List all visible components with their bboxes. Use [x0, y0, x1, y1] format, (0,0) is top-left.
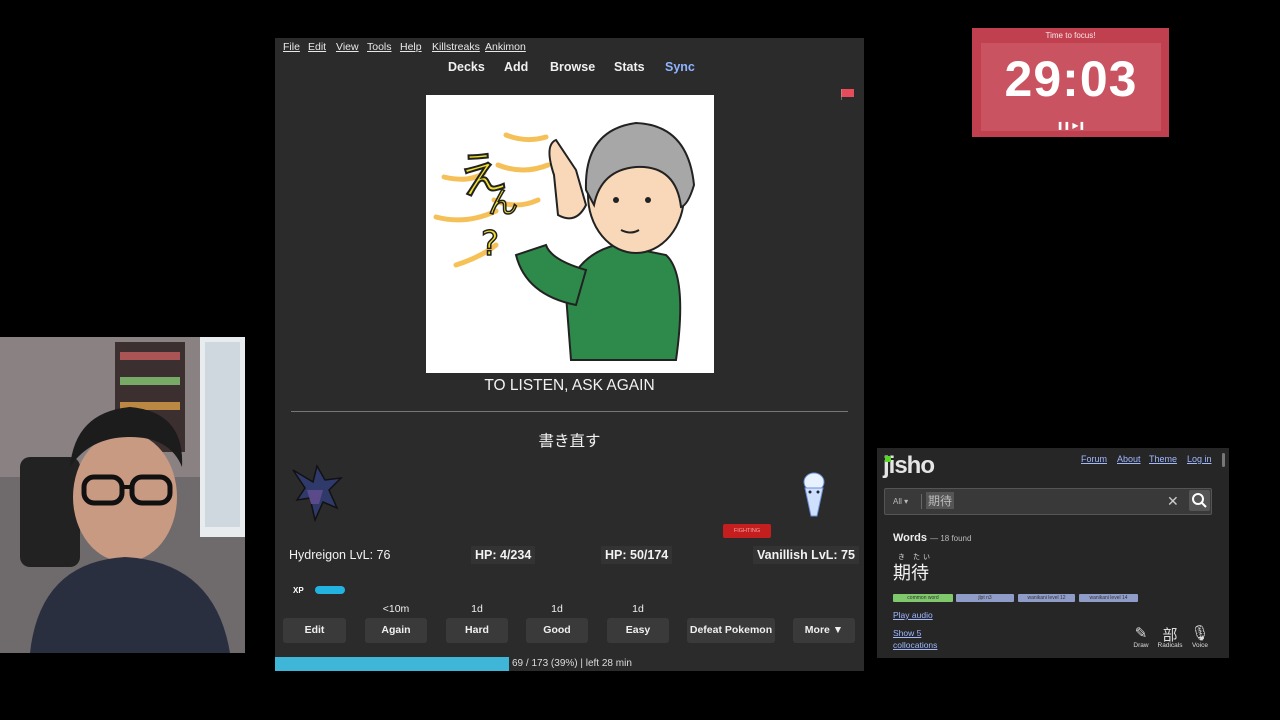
tag-common-word: common word	[893, 594, 953, 602]
menu-ankimon[interactable]: Ankimon	[485, 41, 526, 53]
radicals-tool[interactable]: 部 Radicals	[1155, 624, 1185, 649]
draw-tool[interactable]: ✎ Draw	[1126, 624, 1156, 649]
enemy-name-level: Vanillish LvL: 75	[753, 546, 859, 564]
review-progress: 69 / 173 (39%) | left 28 min	[275, 657, 864, 671]
menubar: File Edit View Tools Help Killstreaks An…	[275, 38, 864, 56]
search-input[interactable]: 期待	[926, 492, 955, 509]
tag-wanikani-12: wanikani level 12	[1018, 594, 1075, 602]
microphone-icon: 🎙	[1190, 625, 1210, 642]
enemy-pokemon-sprite	[803, 472, 825, 517]
status-badge: FIGHTING	[723, 524, 771, 538]
search-separator	[921, 494, 922, 509]
scrollbar[interactable]	[1222, 453, 1225, 467]
tab-stats[interactable]: Stats	[614, 60, 645, 74]
card-image: え ん ?	[426, 95, 714, 373]
xp-label: XP	[293, 586, 304, 595]
jisho-logo[interactable]: jisho	[883, 452, 935, 480]
radicals-icon: 部	[1162, 627, 1178, 644]
flag-icon[interactable]	[841, 89, 854, 100]
jisho-panel: jisho Forum About Theme Log in All ▾ 期待 …	[877, 448, 1229, 658]
interval-again: <10m	[382, 603, 410, 615]
xp-bar	[315, 586, 345, 594]
menu-edit[interactable]: Edit	[308, 41, 326, 53]
svg-text:?: ?	[481, 224, 499, 264]
review-progress-text: 69 / 173 (39%) | left 28 min	[512, 658, 632, 669]
card-answer-text: 書き直す	[538, 433, 601, 450]
tag-wanikani-14: wanikani level 14	[1079, 594, 1138, 602]
menu-killstreaks[interactable]: Killstreaks	[432, 41, 480, 53]
link-forum[interactable]: Forum	[1081, 454, 1107, 464]
collocations-link[interactable]: collocations	[893, 640, 937, 650]
edit-button[interactable]: Edit	[283, 618, 346, 643]
player-name-level: Hydreigon LvL: 76	[289, 548, 391, 562]
card-front-text: TO LISTEN, ASK AGAIN	[484, 377, 655, 394]
more-button[interactable]: More ▼	[793, 618, 855, 643]
again-button[interactable]: Again	[365, 618, 427, 643]
player-pokemon-sprite	[292, 464, 344, 523]
tab-add[interactable]: Add	[504, 60, 528, 74]
easy-button[interactable]: Easy	[607, 618, 669, 643]
search-icon	[1192, 493, 1207, 508]
svg-text:ん: ん	[488, 186, 518, 221]
link-login[interactable]: Log in	[1187, 454, 1212, 464]
play-audio-link[interactable]: Play audio	[893, 610, 933, 620]
hard-button[interactable]: Hard	[446, 618, 508, 643]
menu-help[interactable]: Help	[400, 41, 422, 53]
show-collocations-link[interactable]: Show 5	[893, 628, 921, 638]
menu-file[interactable]: File	[283, 41, 300, 53]
voice-tool[interactable]: 🎙 Voice	[1185, 624, 1215, 649]
link-theme[interactable]: Theme	[1149, 454, 1177, 464]
top-tabs: Decks Add Browse Stats Sync	[275, 60, 864, 76]
divider	[291, 411, 848, 412]
tab-sync[interactable]: Sync	[665, 60, 695, 74]
timer-time: 29:03	[1004, 51, 1138, 107]
tab-browse[interactable]: Browse	[550, 60, 595, 74]
voice-label: Voice	[1192, 642, 1208, 649]
link-about[interactable]: About	[1117, 454, 1141, 464]
words-heading-text: Words	[893, 532, 928, 544]
radicals-label: Radicals	[1157, 642, 1183, 649]
review-progress-fill	[275, 657, 510, 671]
menu-view[interactable]: View	[336, 41, 359, 53]
timer-controls[interactable]: ❚❚ ▶❚	[981, 121, 1161, 130]
interval-easy: 1d	[632, 603, 644, 615]
words-heading: Words — 18 found	[893, 532, 971, 544]
webcam-feed	[0, 337, 245, 653]
word-kanji: 期待	[893, 563, 929, 583]
search-button[interactable]	[1189, 490, 1210, 511]
defeat-pokemon-button[interactable]: Defeat Pokemon	[687, 618, 775, 643]
words-count: — 18 found	[930, 534, 972, 543]
interval-good: 1d	[551, 603, 563, 615]
draw-icon: ✎	[1134, 625, 1148, 642]
menu-tools[interactable]: Tools	[367, 41, 392, 53]
timer-title: Time to focus!	[1045, 31, 1096, 40]
interval-hard: 1d	[471, 603, 483, 615]
search-scope-select[interactable]: All ▾	[893, 497, 908, 506]
logo-dot	[885, 456, 891, 462]
player-hp: HP: 4/234	[471, 546, 536, 564]
focus-timer: Time to focus! 29:03 ❚❚ ▶❚	[972, 28, 1169, 137]
tag-jlpt: jlpt n3	[956, 594, 1014, 602]
search-bar: All ▾ 期待 ✕	[884, 488, 1212, 515]
good-button[interactable]: Good	[526, 618, 588, 643]
clear-icon[interactable]: ✕	[1167, 493, 1179, 510]
draw-label: Draw	[1133, 642, 1149, 649]
anki-window: File Edit View Tools Help Killstreaks An…	[275, 38, 864, 671]
timer-panel: 29:03 ❚❚ ▶❚	[981, 43, 1161, 131]
enemy-hp: HP: 50/174	[601, 546, 673, 564]
tab-decks[interactable]: Decks	[448, 60, 485, 74]
